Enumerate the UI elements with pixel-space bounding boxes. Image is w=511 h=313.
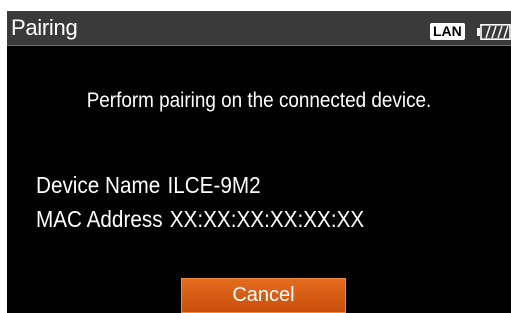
mac-address-row: MAC Address XX:XX:XX:XX:XX:XX [36, 205, 364, 233]
device-name-value: ILCE-9M2 [167, 172, 261, 198]
mac-address-label: MAC Address [36, 206, 163, 232]
mac-address-value: XX:XX:XX:XX:XX:XX [169, 206, 365, 232]
page-title: Pairing [11, 15, 78, 40]
title-bar: Pairing LAN [7, 11, 511, 46]
cancel-button[interactable]: Cancel [181, 278, 346, 313]
device-name-row: Device Name ILCE-9M2 [36, 171, 261, 199]
lan-badge: LAN [430, 23, 465, 40]
device-name-label: Device Name [36, 172, 161, 198]
pairing-instruction: Perform pairing on the connected device. [86, 89, 432, 112]
battery-icon [477, 24, 511, 40]
pairing-screen: Pairing LAN Perform pairing on the conne… [7, 11, 511, 313]
